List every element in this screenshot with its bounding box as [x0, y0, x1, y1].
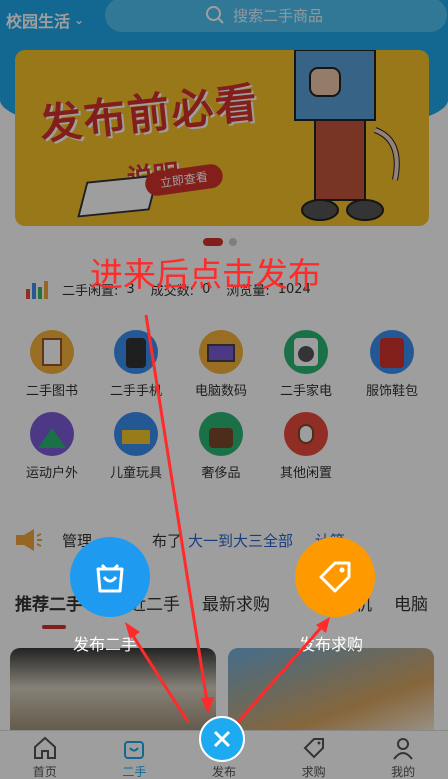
modal-overlay[interactable] [0, 0, 448, 779]
publish-request-label: 发布求购 [299, 635, 364, 654]
annotation-text: 进来后点击发布 [90, 255, 321, 294]
close-icon [213, 730, 231, 748]
publish-secondhand-label: 发布二手 [73, 635, 138, 654]
tag-icon [319, 561, 351, 593]
bag-icon [96, 563, 124, 593]
close-button[interactable] [199, 716, 245, 762]
publish-secondhand-button[interactable] [70, 537, 150, 617]
publish-request-button[interactable] [295, 537, 375, 617]
